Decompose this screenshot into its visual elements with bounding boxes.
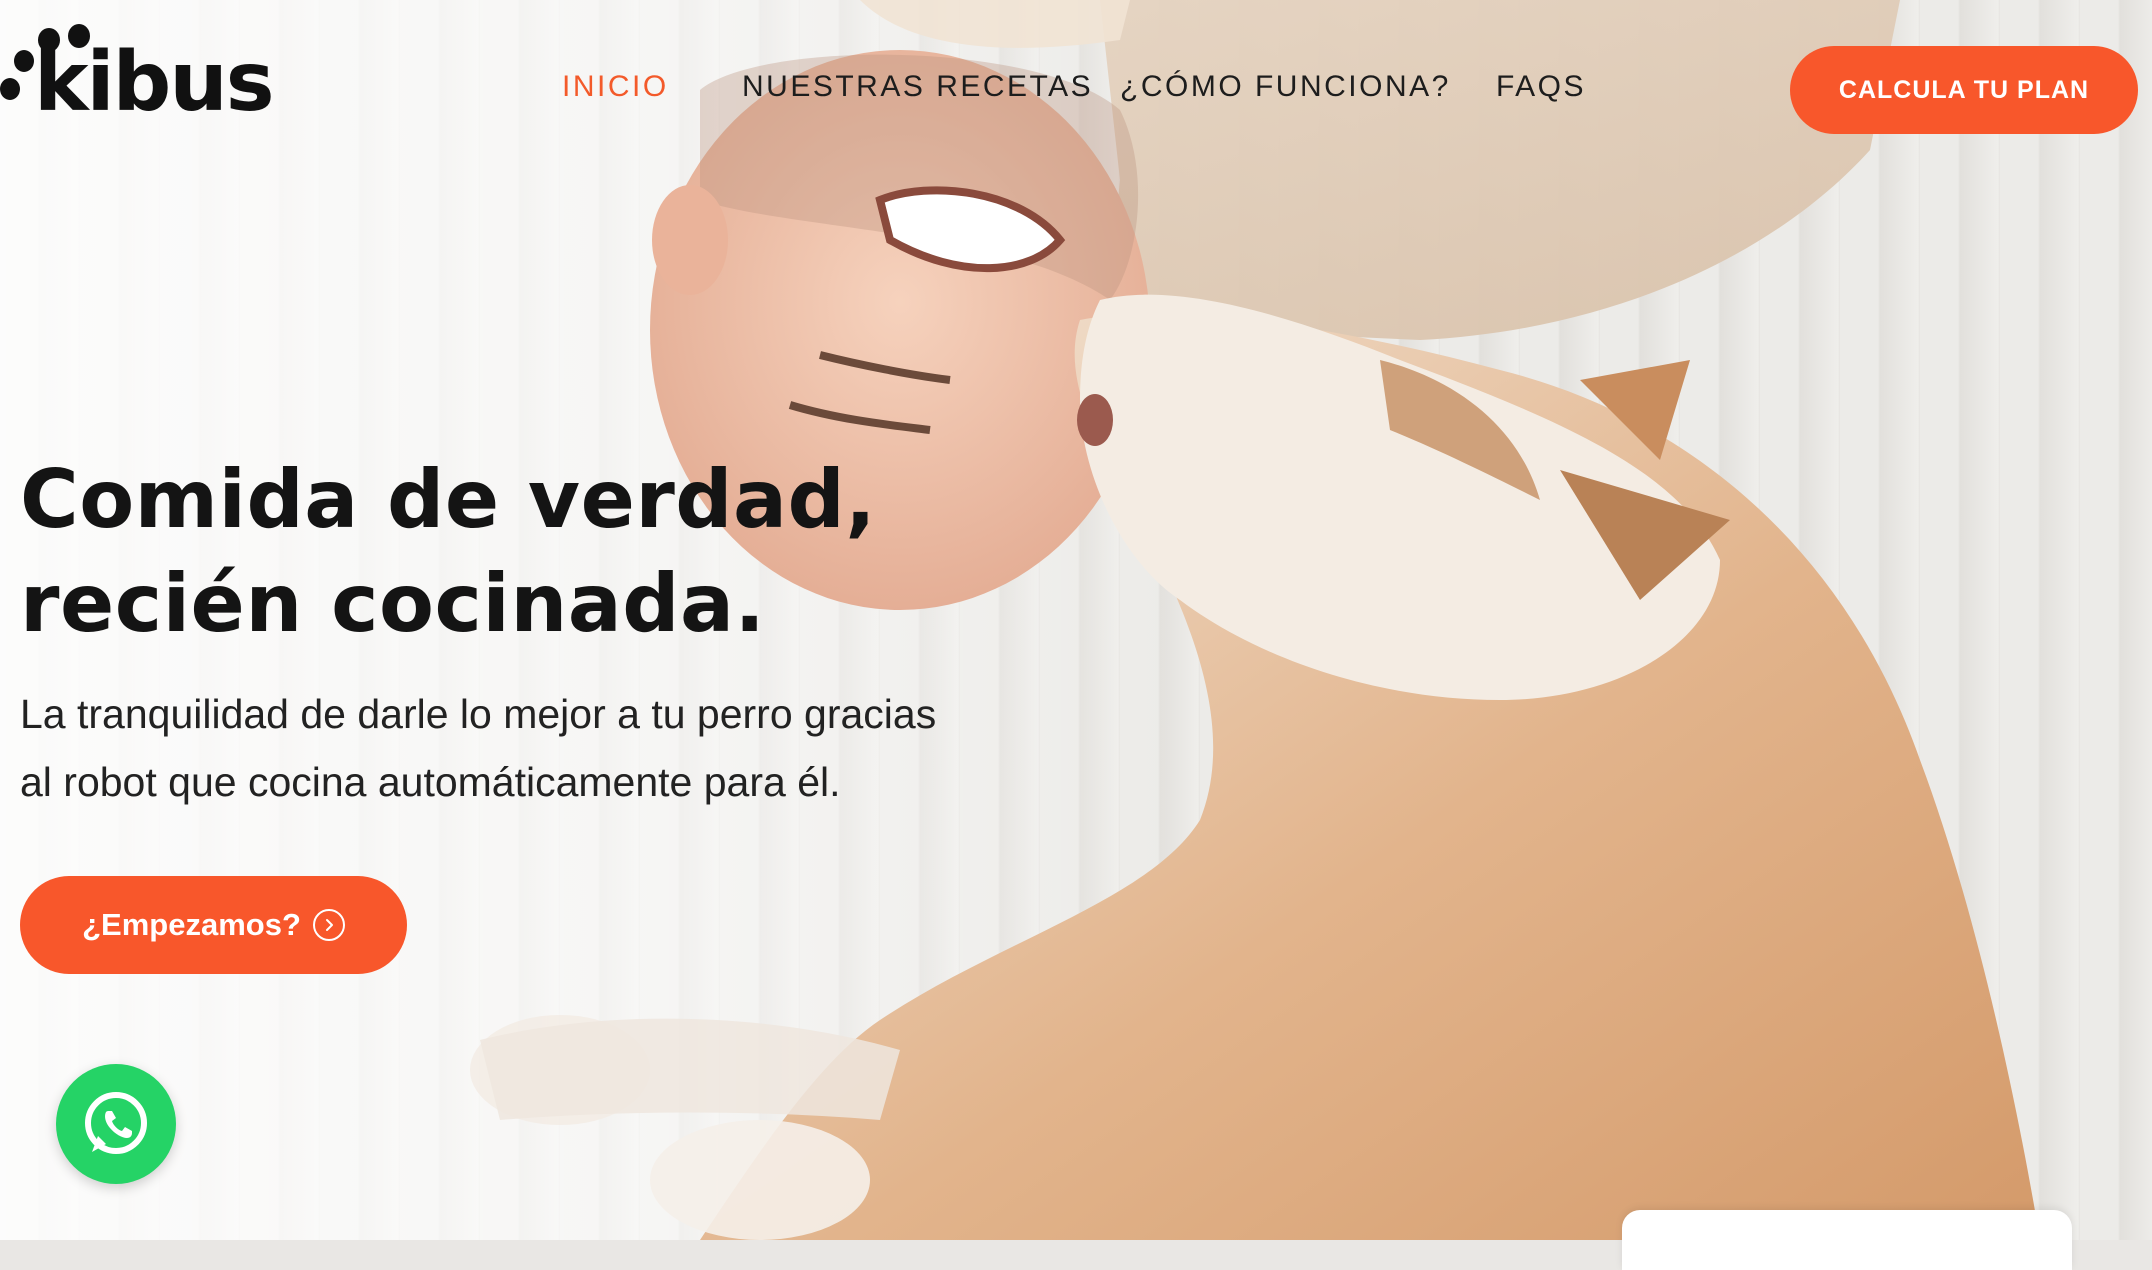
hero-subtitle: La tranquilidad de darle lo mejor a tu p… <box>20 680 1020 816</box>
nav-item-inicio[interactable]: INICIO <box>562 70 669 104</box>
chevron-right-circle-icon <box>312 909 345 941</box>
whatsapp-icon <box>85 1092 147 1154</box>
hero-title-line: Comida de verdad, <box>20 453 877 546</box>
nav-item-faqs[interactable]: FAQS <box>1496 70 1586 104</box>
calculate-plan-button[interactable]: CALCULA TU PLAN <box>1790 46 2138 134</box>
floating-card <box>1622 1210 2072 1270</box>
logo-wordmark: kibus <box>34 35 275 130</box>
start-button[interactable]: ¿Empezamos? <box>20 876 407 974</box>
kibus-logo[interactable]: kibus <box>0 24 275 134</box>
site-header: kibus INICIO NUESTRAS RECETAS ¿CÓMO FUNC… <box>0 0 2152 180</box>
hero-title: Comida de verdad, recién cocinada. <box>20 448 876 656</box>
paw-icon <box>14 50 34 72</box>
whatsapp-button[interactable] <box>56 1064 176 1184</box>
nav-item-nuestras-recetas[interactable]: NUESTRAS RECETAS <box>742 70 1093 104</box>
hero-title-line: recién cocinada. <box>20 557 766 650</box>
paw-icon <box>0 78 20 100</box>
hero-subtitle-line: al robot que cocina automáticamente para… <box>20 759 841 805</box>
hero-subtitle-line: La tranquilidad de darle lo mejor a tu p… <box>20 691 937 737</box>
nav-item-como-funciona[interactable]: ¿CÓMO FUNCIONA? <box>1120 70 1451 104</box>
start-button-label: ¿Empezamos? <box>82 907 301 942</box>
